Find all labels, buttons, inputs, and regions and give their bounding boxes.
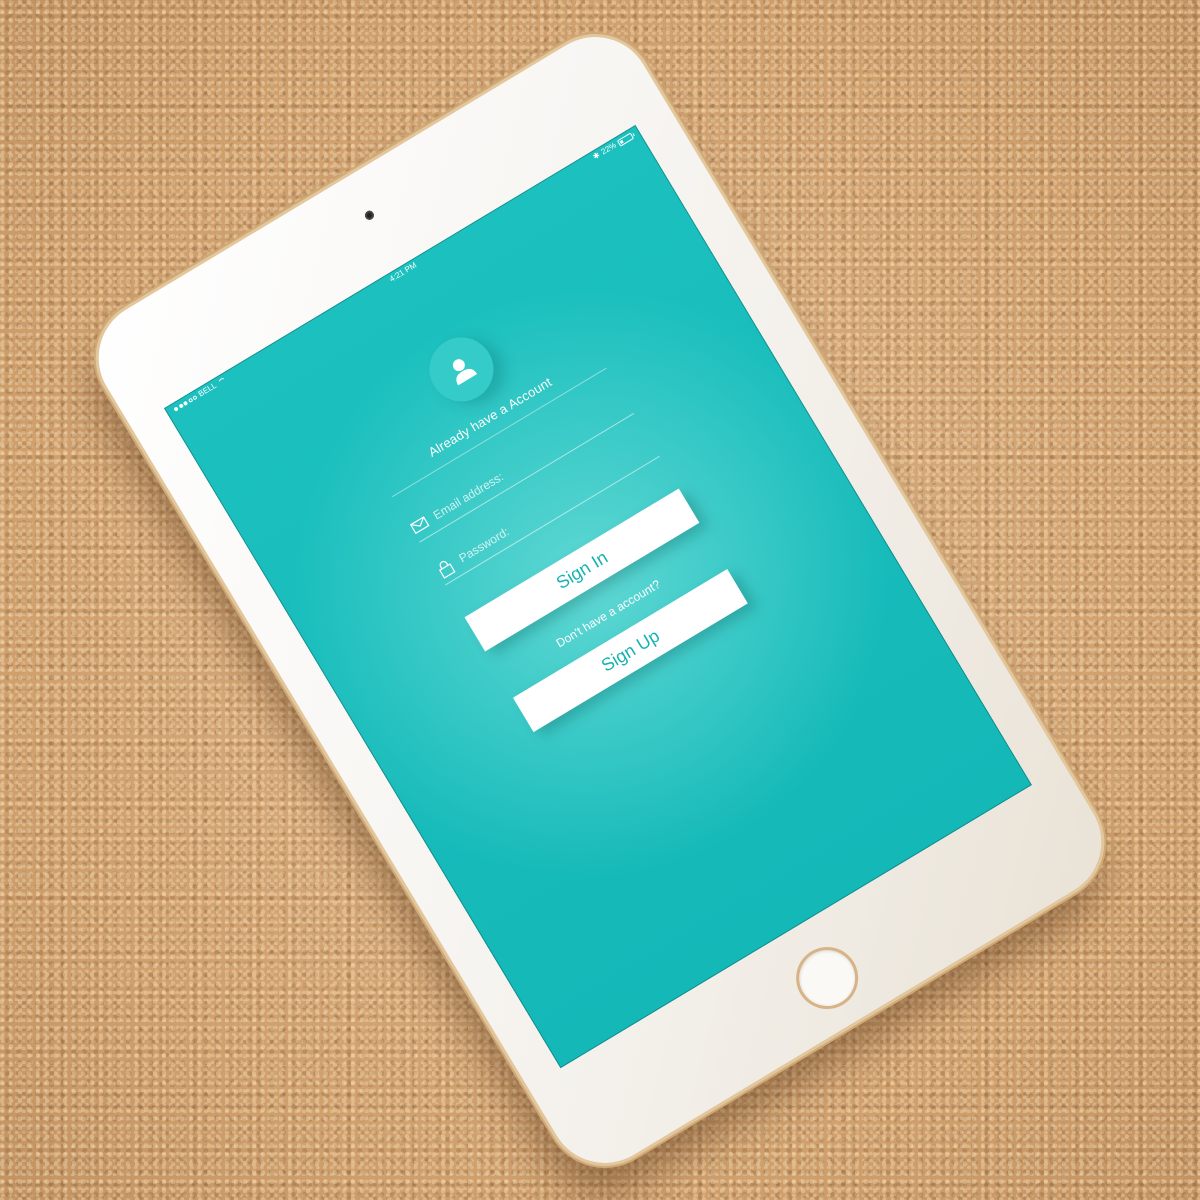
- ipad-device: BELL 4:21 PM ✱ 22% Already have a Accoun…: [77, 16, 1123, 1184]
- user-icon: [452, 359, 478, 386]
- battery-icon: [616, 132, 634, 147]
- envelope-icon: [409, 516, 430, 535]
- front-camera: [363, 209, 376, 222]
- lock-icon: [438, 560, 456, 579]
- battery-percent: 22%: [599, 140, 618, 157]
- ipad-screen: BELL 4:21 PM ✱ 22% Already have a Accoun…: [163, 124, 1032, 1069]
- avatar: [417, 325, 506, 414]
- home-button[interactable]: [788, 939, 866, 1017]
- status-right: ✱ 22%: [590, 129, 636, 164]
